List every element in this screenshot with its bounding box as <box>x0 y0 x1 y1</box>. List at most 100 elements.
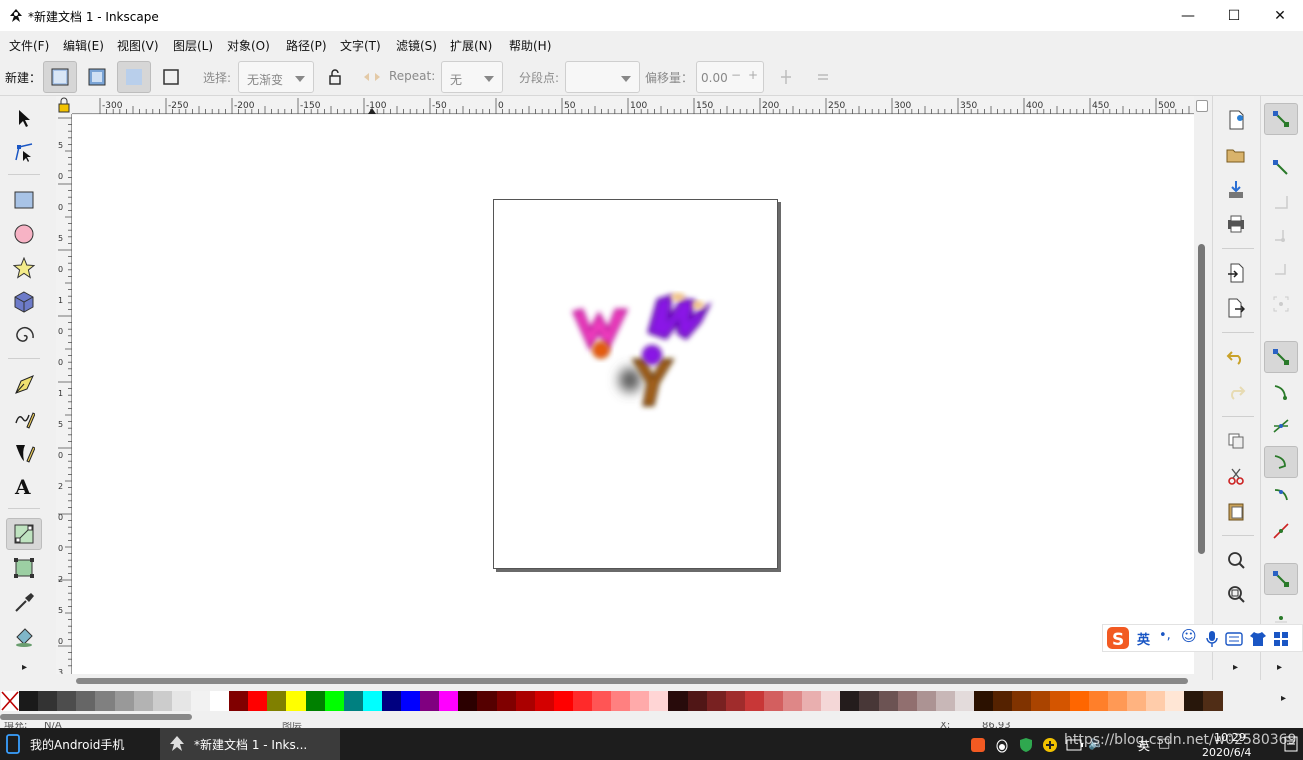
palette-swatch[interactable] <box>114 691 135 711</box>
palette-swatch[interactable] <box>401 691 421 711</box>
snap-bbox-edge-button[interactable] <box>1264 186 1298 218</box>
palette-swatch[interactable] <box>1069 691 1090 711</box>
palette-swatch[interactable] <box>611 691 632 711</box>
horizontal-ruler[interactable]: -300 -250 -200 -150 -100 -50 0 50 100 150 200 250 30… <box>72 96 1194 114</box>
palette-swatch[interactable] <box>515 691 536 711</box>
palette-swatch[interactable] <box>1050 691 1071 711</box>
palette-swatch[interactable] <box>935 691 956 711</box>
palette-swatch[interactable] <box>439 691 460 711</box>
gradient-tool[interactable] <box>6 518 42 550</box>
zoom-drawing-button[interactable] <box>1222 580 1250 608</box>
close-button[interactable]: ✕ <box>1257 0 1303 31</box>
vertical-ruler[interactable]: 5 0 0 5 0 1 0 0 1 5 0 2 0 0 2 5 0 3 <box>56 114 72 677</box>
palette-swatch[interactable] <box>534 691 555 711</box>
export-button[interactable] <box>1222 294 1250 322</box>
punctuation-icon[interactable]: •, <box>1159 628 1171 643</box>
copy-button[interactable] <box>1222 427 1250 455</box>
zoom-corner-icon[interactable] <box>1196 100 1208 112</box>
palette-swatch[interactable] <box>572 691 593 711</box>
palette-swatch[interactable] <box>171 691 192 711</box>
keyboard-icon[interactable] <box>1225 632 1243 646</box>
palette-swatch[interactable] <box>477 691 498 711</box>
plus-icon[interactable]: + <box>748 68 758 82</box>
tray-shield-icon[interactable] <box>1018 737 1034 753</box>
skin-shirt-icon[interactable] <box>1249 631 1267 647</box>
menu-help[interactable]: 帮助(H) <box>509 37 551 54</box>
menu-edit[interactable]: 编辑(E) <box>63 37 104 54</box>
taskbar-app-inkscape[interactable]: *新建文档 1 - Inks... <box>160 728 340 760</box>
menu-file[interactable]: 文件(F) <box>9 37 49 54</box>
palette-swatch[interactable] <box>1012 691 1033 711</box>
star-tool[interactable] <box>6 252 42 284</box>
palette-swatch[interactable] <box>916 691 937 711</box>
menu-text[interactable]: 文字(T) <box>340 37 381 54</box>
snap-cusp-button[interactable] <box>1264 446 1298 478</box>
paint-bucket-tool[interactable] <box>6 620 42 652</box>
palette-swatch[interactable] <box>248 691 269 711</box>
snap-nodes-button[interactable] <box>1264 341 1298 373</box>
tray-plus-icon[interactable] <box>1042 737 1058 753</box>
palette-swatch[interactable] <box>152 691 173 711</box>
palette-swatch[interactable] <box>553 691 574 711</box>
palette-swatch[interactable] <box>133 691 154 711</box>
print-button[interactable] <box>1222 210 1250 238</box>
gradient-select-dropdown[interactable]: 无渐变 <box>238 61 314 93</box>
ime-lang-label[interactable]: 英 <box>1137 629 1150 648</box>
palette-swatch[interactable] <box>744 691 765 711</box>
menu-path[interactable]: 路径(P) <box>286 37 327 54</box>
palette-swatch[interactable] <box>210 691 230 711</box>
action-center-icon[interactable] <box>1284 736 1298 752</box>
horizontal-scroll-thumb[interactable] <box>76 678 1188 684</box>
palette-swatch[interactable] <box>190 691 211 711</box>
pencil-tool[interactable] <box>6 402 42 434</box>
minus-icon[interactable]: − <box>731 68 741 82</box>
snap-bbox-midpoint-button[interactable] <box>1264 254 1298 286</box>
snap-intersection-button[interactable] <box>1264 410 1298 442</box>
palette-swatch[interactable] <box>38 691 59 711</box>
paste-button[interactable] <box>1222 497 1250 525</box>
palette-swatch[interactable] <box>362 691 383 711</box>
toolbox-more-icon[interactable]: ▸ <box>22 662 27 673</box>
letter-w-pink[interactable] <box>571 308 629 359</box>
palette-swatch[interactable] <box>76 691 97 711</box>
snap-bbox-center-button[interactable] <box>1264 288 1298 320</box>
palette-swatch[interactable] <box>668 691 689 711</box>
save-button[interactable] <box>1222 176 1250 204</box>
letter-w-purple[interactable] <box>647 293 712 340</box>
palette-swatch[interactable] <box>267 691 288 711</box>
snap-bbox-button[interactable] <box>1264 152 1298 184</box>
snap-midpoint-path-button[interactable] <box>1264 515 1298 547</box>
snap-bbox-corner-button[interactable] <box>1264 220 1298 252</box>
palette-swatch[interactable] <box>840 691 861 711</box>
link-gradient-button[interactable] <box>318 61 352 93</box>
mesh-tool[interactable] <box>6 552 42 584</box>
dropper-tool[interactable] <box>6 586 42 618</box>
palette-swatch[interactable] <box>95 691 116 711</box>
pen-tool[interactable] <box>6 368 42 400</box>
vertical-scroll-thumb[interactable] <box>1198 244 1205 554</box>
cut-button[interactable] <box>1222 462 1250 490</box>
3d-box-tool[interactable] <box>6 286 42 318</box>
stops-dropdown[interactable] <box>565 61 640 93</box>
no-paint-icon[interactable] <box>1 691 19 711</box>
palette-swatch[interactable] <box>286 691 307 711</box>
stroke-gradient-button[interactable] <box>154 61 188 93</box>
snap-path-button[interactable] <box>1264 376 1298 408</box>
spiral-tool[interactable] <box>6 320 42 352</box>
new-document-button[interactable] <box>1222 106 1250 134</box>
palette-swatch[interactable] <box>630 691 651 711</box>
palette-swatch[interactable] <box>821 691 842 711</box>
maximize-button[interactable]: ☐ <box>1211 0 1257 31</box>
offset-spinbox[interactable]: 0.00 − + <box>696 61 764 93</box>
palette-swatch[interactable] <box>458 691 479 711</box>
palette-swatch[interactable] <box>1088 691 1109 711</box>
palette-swatch[interactable] <box>802 691 823 711</box>
open-button[interactable] <box>1222 141 1250 169</box>
tray-qq-icon[interactable] <box>994 737 1010 753</box>
palette-scroll-icon[interactable]: ▸ <box>1281 693 1286 704</box>
palette-swatch[interactable] <box>1107 691 1128 711</box>
minimize-button[interactable]: — <box>1165 0 1211 31</box>
undo-button[interactable] <box>1222 343 1250 371</box>
menu-view[interactable]: 视图(V) <box>117 37 159 54</box>
palette-swatch[interactable] <box>783 691 803 711</box>
